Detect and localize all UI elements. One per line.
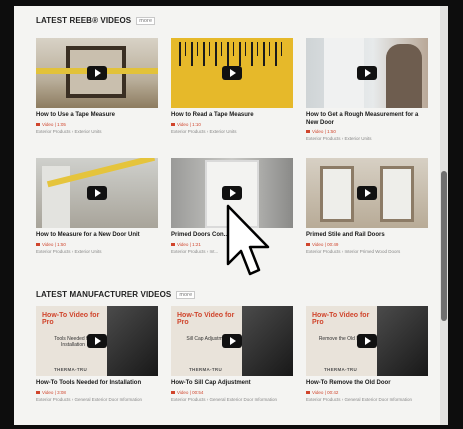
door-image [42, 166, 70, 228]
thumbnail-heading: How-To Video for Pro [42, 312, 100, 327]
video-camera-icon [36, 390, 40, 394]
video-thumbnail[interactable] [171, 38, 293, 108]
thumbnail-heading: How-To Video for Pro [177, 312, 235, 327]
brand-logo: THERMA-TRU [324, 367, 357, 372]
video-categories[interactable]: Exterior Products › Exterior Units [36, 249, 158, 255]
video-categories[interactable]: Exterior Products › Exterior Units [36, 129, 158, 135]
video-duration: Video | 1:10 [177, 121, 201, 127]
video-thumbnail[interactable] [306, 38, 428, 108]
door-panel-image [380, 166, 414, 222]
video-duration: Video | 1:50 [312, 129, 336, 134]
vertical-scrollbar[interactable] [440, 6, 448, 425]
video-title[interactable]: Primed Stile and Rail Doors [306, 232, 428, 240]
video-camera-icon [171, 122, 175, 126]
scrollbar-thumb[interactable] [441, 171, 447, 321]
video-thumbnail[interactable]: How-To Video for Pro Sill Cap Adjustment… [171, 306, 293, 376]
video-categories[interactable]: Exterior Products › General Exterior Doo… [306, 397, 428, 403]
video-title[interactable]: How to Get a Rough Measurement for a New… [306, 112, 428, 127]
video-thumbnail[interactable] [306, 158, 428, 228]
play-icon[interactable] [222, 66, 242, 80]
video-card[interactable]: How-To Video for Pro Remove the Old Door… [306, 306, 428, 402]
video-meta: Video | 00:54 [171, 390, 293, 395]
play-icon[interactable] [87, 334, 107, 348]
video-categories[interactable]: Exterior Products › Exterior Units [306, 136, 428, 142]
thumbnail-heading: How-To Video for Pro [312, 312, 370, 327]
video-camera-icon [306, 242, 310, 246]
video-title[interactable]: How-To Tools Needed for Installation [36, 380, 158, 388]
video-meta: Video | 1:21 [171, 242, 293, 247]
video-duration: Video | 00:49 [312, 241, 339, 247]
video-card[interactable]: How-To Video for Pro Sill Cap Adjustment… [171, 306, 293, 402]
video-meta: Video | 1:50 [36, 242, 158, 247]
video-duration: Video | 3:08 [42, 389, 66, 395]
product-image [106, 306, 158, 376]
play-icon[interactable] [87, 66, 107, 80]
video-camera-icon [36, 122, 40, 126]
person-image [386, 44, 422, 108]
video-duration: Video | 1:21 [177, 241, 201, 247]
video-card[interactable]: How to Use a Tape Measure Video | 1:05 E… [36, 38, 158, 134]
video-card[interactable]: How to Get a Rough Measurement for a New… [306, 38, 428, 142]
play-icon[interactable] [357, 66, 377, 80]
brand-logo: THERMA-TRU [54, 367, 87, 372]
video-categories[interactable]: Exterior Products › General Exterior Doo… [36, 397, 158, 403]
video-thumbnail[interactable] [36, 38, 158, 108]
reeb-more-link[interactable]: more [136, 16, 156, 25]
product-image [241, 306, 293, 376]
play-icon[interactable] [357, 334, 377, 348]
video-duration: Video | 1:05 [42, 121, 66, 127]
video-title[interactable]: How to Read a Tape Measure [171, 112, 293, 120]
video-meta: Video | 1:05 [36, 122, 158, 127]
video-duration: Video | 1:50 [42, 241, 66, 247]
video-camera-icon [306, 130, 310, 133]
video-meta: Video | 00:49 [306, 242, 428, 247]
video-camera-icon [171, 242, 175, 246]
video-card[interactable]: How to Read a Tape Measure Video | 1:10 … [171, 38, 293, 134]
manufacturer-more-link[interactable]: more [176, 290, 196, 299]
content-panel: LATEST REEB® VIDEOS more How to Use a Ta… [14, 6, 448, 425]
video-meta: Video | 3:08 [36, 390, 158, 395]
video-categories[interactable]: Exterior Products › Int... [171, 249, 293, 255]
video-card[interactable]: How to Measure for a New Door Unit Video… [36, 158, 158, 254]
video-title[interactable]: How-To Sill Cap Adjustment [171, 380, 293, 388]
video-card[interactable]: How-To Video for Pro Tools Needed for In… [36, 306, 158, 402]
video-title[interactable]: How to Measure for a New Door Unit [36, 232, 158, 240]
video-thumbnail[interactable] [36, 158, 158, 228]
video-title[interactable]: How-To Remove the Old Door [306, 380, 428, 388]
video-categories[interactable]: Exterior Products › Interior Primed Wood… [306, 249, 428, 255]
video-thumbnail[interactable]: How-To Video for Pro Remove the Old Door… [306, 306, 428, 376]
video-thumbnail[interactable]: How-To Video for Pro Tools Needed for In… [36, 306, 158, 376]
play-icon[interactable] [87, 186, 107, 200]
video-title[interactable]: Primed Doors Con... [171, 232, 293, 240]
video-categories[interactable]: Exterior Products › General Exterior Doo… [171, 397, 293, 403]
reeb-videos-heading: LATEST REEB® VIDEOS more [36, 16, 156, 25]
ruler-ticks-image [179, 42, 285, 56]
play-icon[interactable] [222, 186, 242, 200]
door-panel-image [320, 166, 354, 222]
play-icon[interactable] [357, 186, 377, 200]
play-icon[interactable] [222, 334, 242, 348]
brand-logo: THERMA-TRU [189, 367, 222, 372]
video-duration: Video | 00:42 [312, 389, 339, 395]
manufacturer-videos-heading: LATEST MANUFACTURER VIDEOS more [36, 290, 196, 299]
video-camera-icon [36, 242, 40, 246]
video-thumbnail[interactable] [171, 158, 293, 228]
reeb-videos-title: LATEST REEB® VIDEOS [36, 16, 132, 25]
video-meta: Video | 00:42 [306, 390, 428, 395]
video-meta: Video | 1:50 [306, 129, 428, 134]
manufacturer-videos-title: LATEST MANUFACTURER VIDEOS [36, 290, 172, 299]
video-card[interactable]: Primed Stile and Rail Doors Video | 00:4… [306, 158, 428, 254]
video-camera-icon [171, 390, 175, 394]
video-duration: Video | 00:54 [177, 389, 204, 395]
product-image [376, 306, 428, 376]
video-categories[interactable]: Exterior Products › Exterior Units [171, 129, 293, 135]
video-meta: Video | 1:10 [171, 122, 293, 127]
video-card[interactable]: Primed Doors Con... Video | 1:21 Exterio… [171, 158, 293, 254]
video-camera-icon [306, 390, 310, 394]
video-title[interactable]: How to Use a Tape Measure [36, 112, 158, 120]
